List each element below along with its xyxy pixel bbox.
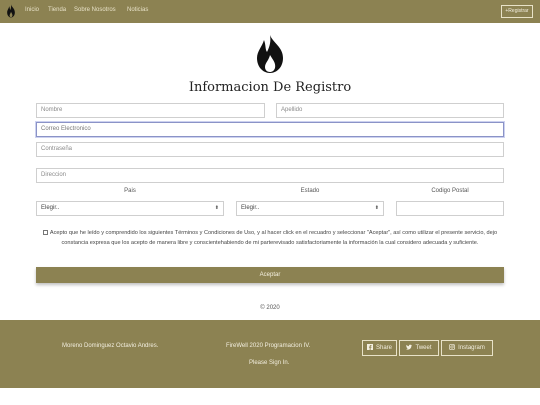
codigo-postal-label: Codigo Postal [431, 188, 469, 194]
estado-label: Estado [300, 188, 320, 194]
estado-select-value: Elegir.. [241, 205, 260, 211]
select-caret-icon: ⬍ [214, 205, 219, 211]
share-button[interactable]: Share [362, 340, 397, 356]
share-label: Share [375, 345, 392, 351]
copyright-text: © 2020 [260, 305, 280, 311]
direccion-field[interactable]: Direccion [36, 168, 504, 183]
flame-logo-icon [257, 35, 283, 73]
nav-link-inicio[interactable]: Inicio [25, 7, 39, 13]
register-button[interactable]: +Registrar [501, 5, 533, 18]
accept-button[interactable]: Aceptar [36, 267, 504, 283]
footer: Moreno Dominguez Octavio Andres. FireWel… [0, 320, 540, 388]
nav-link-tienda[interactable]: Tienda [48, 7, 66, 13]
page-title: Informacion De Registro [188, 80, 352, 95]
tweet-label: Tweet [415, 345, 432, 351]
instagram-button[interactable]: Instagram [441, 340, 493, 356]
twitter-icon [406, 344, 413, 350]
codigo-postal-field[interactable] [396, 201, 504, 216]
estado-select[interactable]: Elegir.. ⬍ [236, 201, 384, 216]
nav-link-sobre-nosotros[interactable]: Sobre Nosotros [74, 7, 116, 13]
instagram-icon [449, 344, 456, 350]
pais-select[interactable]: Elegir.. ⬍ [36, 201, 224, 216]
terms-text-block: Acepto que he leído y comprendido los si… [40, 228, 500, 248]
footer-signin: Please Sign In. [249, 360, 290, 366]
tweet-button[interactable]: Tweet [399, 340, 439, 356]
terms-checkbox[interactable] [42, 230, 48, 236]
flame-icon[interactable] [5, 4, 17, 18]
instagram-label: Instagram [458, 345, 485, 351]
email-field[interactable]: Correo Electronico [36, 122, 504, 137]
facebook-icon [366, 344, 373, 350]
navbar: Inicio Tienda Sobre Nosotros Noticias +R… [0, 0, 540, 23]
footer-project: FireWell 2020 Programacion IV. [226, 343, 311, 349]
pais-label: Pais [124, 188, 136, 194]
pais-select-value: Elegir.. [41, 205, 60, 211]
apellido-field[interactable]: Apellido [276, 103, 504, 118]
nombre-field[interactable]: Nombre [36, 103, 265, 118]
password-field[interactable]: Contraseña [36, 142, 504, 157]
footer-author: Moreno Dominguez Octavio Andres. [62, 343, 159, 349]
nav-link-noticias[interactable]: Noticias [127, 7, 148, 13]
select-caret-icon: ⬍ [374, 205, 379, 211]
terms-text: Acepto que he leído y comprendido los si… [49, 230, 498, 246]
